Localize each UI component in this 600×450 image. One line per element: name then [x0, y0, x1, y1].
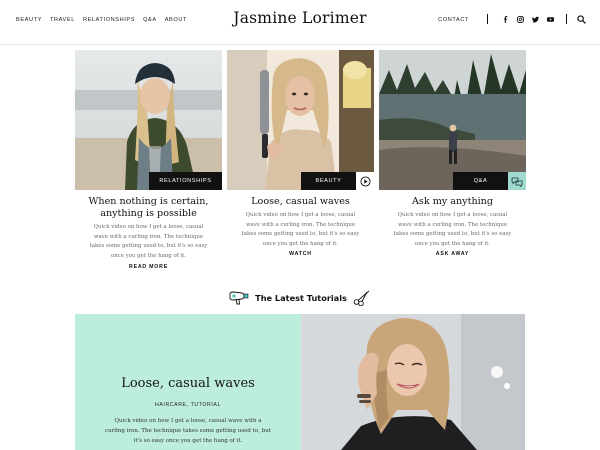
instagram-icon[interactable]: [517, 15, 524, 23]
divider: [566, 14, 567, 24]
nav-item-qa[interactable]: Q&A: [143, 17, 157, 23]
header-utilities: Contact: [438, 14, 586, 24]
card-description: Quick video on how I get a loose, casual…: [241, 212, 360, 247]
latest-tutorials-title: The Latest Tutorials: [255, 293, 347, 303]
ask-away-link[interactable]: Ask Away: [379, 251, 526, 257]
post-card-relationships: Relationships When nothing is certain, a…: [75, 50, 222, 280]
card-image-lake-forest[interactable]: [379, 50, 526, 190]
card-title[interactable]: Loose, casual waves: [227, 196, 374, 208]
scissors-icon: [353, 290, 370, 306]
social-links: [502, 15, 554, 23]
chat-badge[interactable]: [508, 172, 526, 190]
featured-categories[interactable]: Haircare, Tutorial: [75, 402, 301, 408]
featured-post-panel: Loose, casual waves Haircare, Tutorial Q…: [75, 314, 301, 450]
chat-icon: [511, 177, 523, 187]
facebook-icon[interactable]: [502, 15, 509, 23]
play-badge[interactable]: [356, 172, 374, 190]
site-title[interactable]: Jasmine Lorimer: [233, 9, 366, 27]
hair-dryer-icon: [229, 291, 249, 305]
featured-image[interactable]: [301, 314, 525, 450]
nav-item-relationships[interactable]: Relationships: [83, 17, 135, 23]
nav-item-travel[interactable]: Travel: [50, 17, 75, 23]
post-card-beauty: Beauty Loose, casual waves Quick video o…: [227, 50, 374, 280]
contact-link[interactable]: Contact: [438, 17, 469, 23]
card-image-curling-iron[interactable]: [227, 50, 374, 190]
post-card-qa: Q&A Ask my anything Quick video on how I…: [379, 50, 526, 280]
divider: [487, 14, 488, 24]
category-tag[interactable]: Relationships: [149, 172, 222, 190]
twitter-icon[interactable]: [532, 16, 539, 23]
card-image-woman-beanie[interactable]: [75, 50, 222, 190]
category-tag[interactable]: Q&A: [453, 172, 508, 190]
read-more-link[interactable]: Read More: [75, 264, 222, 270]
site-header: Beauty Travel Relationships Q&A About Ja…: [0, 0, 600, 45]
card-title[interactable]: When nothing is certain, anything is pos…: [75, 196, 222, 220]
youtube-icon[interactable]: [547, 16, 554, 23]
featured-title[interactable]: Loose, casual waves: [75, 376, 301, 391]
category-tag[interactable]: Beauty: [301, 172, 356, 190]
featured-description: Quick video on how I get a loose, casual…: [105, 418, 271, 444]
search-icon[interactable]: [577, 14, 586, 24]
latest-tutorials-heading: The Latest Tutorials: [0, 290, 600, 306]
card-description: Quick video on how I get a loose, casual…: [393, 212, 512, 247]
nav-item-about[interactable]: About: [165, 17, 187, 23]
nav-item-beauty[interactable]: Beauty: [16, 17, 42, 23]
card-description: Quick video on how I get a loose, casual…: [89, 224, 208, 259]
play-icon: [359, 175, 371, 187]
watch-link[interactable]: Watch: [227, 251, 374, 257]
card-title[interactable]: Ask my anything: [379, 196, 526, 208]
primary-nav: Beauty Travel Relationships Q&A About: [16, 17, 187, 23]
